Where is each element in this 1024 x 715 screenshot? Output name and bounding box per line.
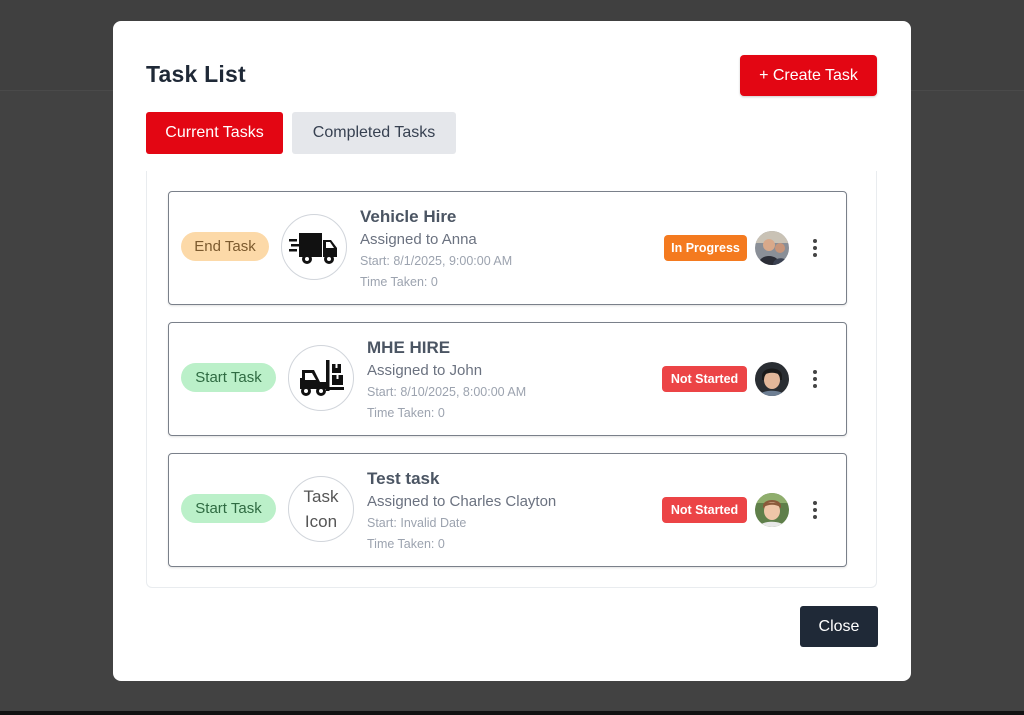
task-list-modal: Task List + Create Task Current Tasks Co… bbox=[113, 21, 911, 681]
task-title: MHE HIRE bbox=[367, 338, 451, 357]
more-options-icon[interactable] bbox=[805, 497, 825, 523]
status-badge: Not Started bbox=[662, 366, 747, 392]
create-task-button[interactable]: + Create Task bbox=[740, 55, 877, 96]
task-list-panel: End Task Vehicle Hire Assigned to Anna S bbox=[146, 171, 877, 588]
close-button[interactable]: Close bbox=[800, 606, 878, 647]
task-time-taken: Time Taken: 0 bbox=[360, 275, 438, 289]
modal-title: Task List bbox=[146, 61, 246, 87]
start-task-button[interactable]: Start Task bbox=[181, 494, 276, 523]
task-start-time: Start: 8/1/2025, 9:00:00 AM bbox=[360, 254, 513, 268]
start-task-button[interactable]: Start Task bbox=[181, 363, 276, 392]
task-icon-text: Task Icon bbox=[303, 487, 339, 531]
task-start-time: Start: Invalid Date bbox=[367, 516, 467, 530]
end-task-button[interactable]: End Task bbox=[181, 232, 269, 261]
task-title: Vehicle Hire bbox=[360, 207, 457, 226]
truck-icon bbox=[281, 214, 347, 280]
status-badge: In Progress bbox=[664, 235, 747, 261]
task-assignee: Assigned to Anna bbox=[360, 231, 477, 248]
task-card: End Task Vehicle Hire Assigned to Anna S bbox=[168, 191, 847, 305]
task-card: Start Task Task Icon Test task Assigned … bbox=[168, 453, 847, 567]
avatar[interactable] bbox=[755, 231, 789, 265]
tab-completed-tasks[interactable]: Completed Tasks bbox=[292, 112, 456, 154]
task-start-time: Start: 8/10/2025, 8:00:00 AM bbox=[367, 385, 527, 399]
status-badge: Not Started bbox=[662, 497, 747, 523]
bottom-edge bbox=[0, 711, 1024, 715]
placeholder-icon: Task Icon bbox=[288, 476, 354, 542]
task-card: Start Task MHE HIRE Assigned to John Sta… bbox=[168, 322, 847, 436]
task-assignee: Assigned to John bbox=[367, 362, 483, 379]
task-time-taken: Time Taken: 0 bbox=[367, 406, 445, 420]
avatar[interactable] bbox=[755, 362, 789, 396]
task-assignee: Assigned to Charles Clayton bbox=[367, 493, 557, 510]
task-time-taken: Time Taken: 0 bbox=[367, 537, 445, 551]
tab-current-tasks[interactable]: Current Tasks bbox=[146, 112, 283, 154]
avatar[interactable] bbox=[755, 493, 789, 527]
more-options-icon[interactable] bbox=[805, 235, 825, 261]
more-options-icon[interactable] bbox=[805, 366, 825, 392]
task-title: Test task bbox=[367, 469, 440, 488]
forklift-icon bbox=[288, 345, 354, 411]
